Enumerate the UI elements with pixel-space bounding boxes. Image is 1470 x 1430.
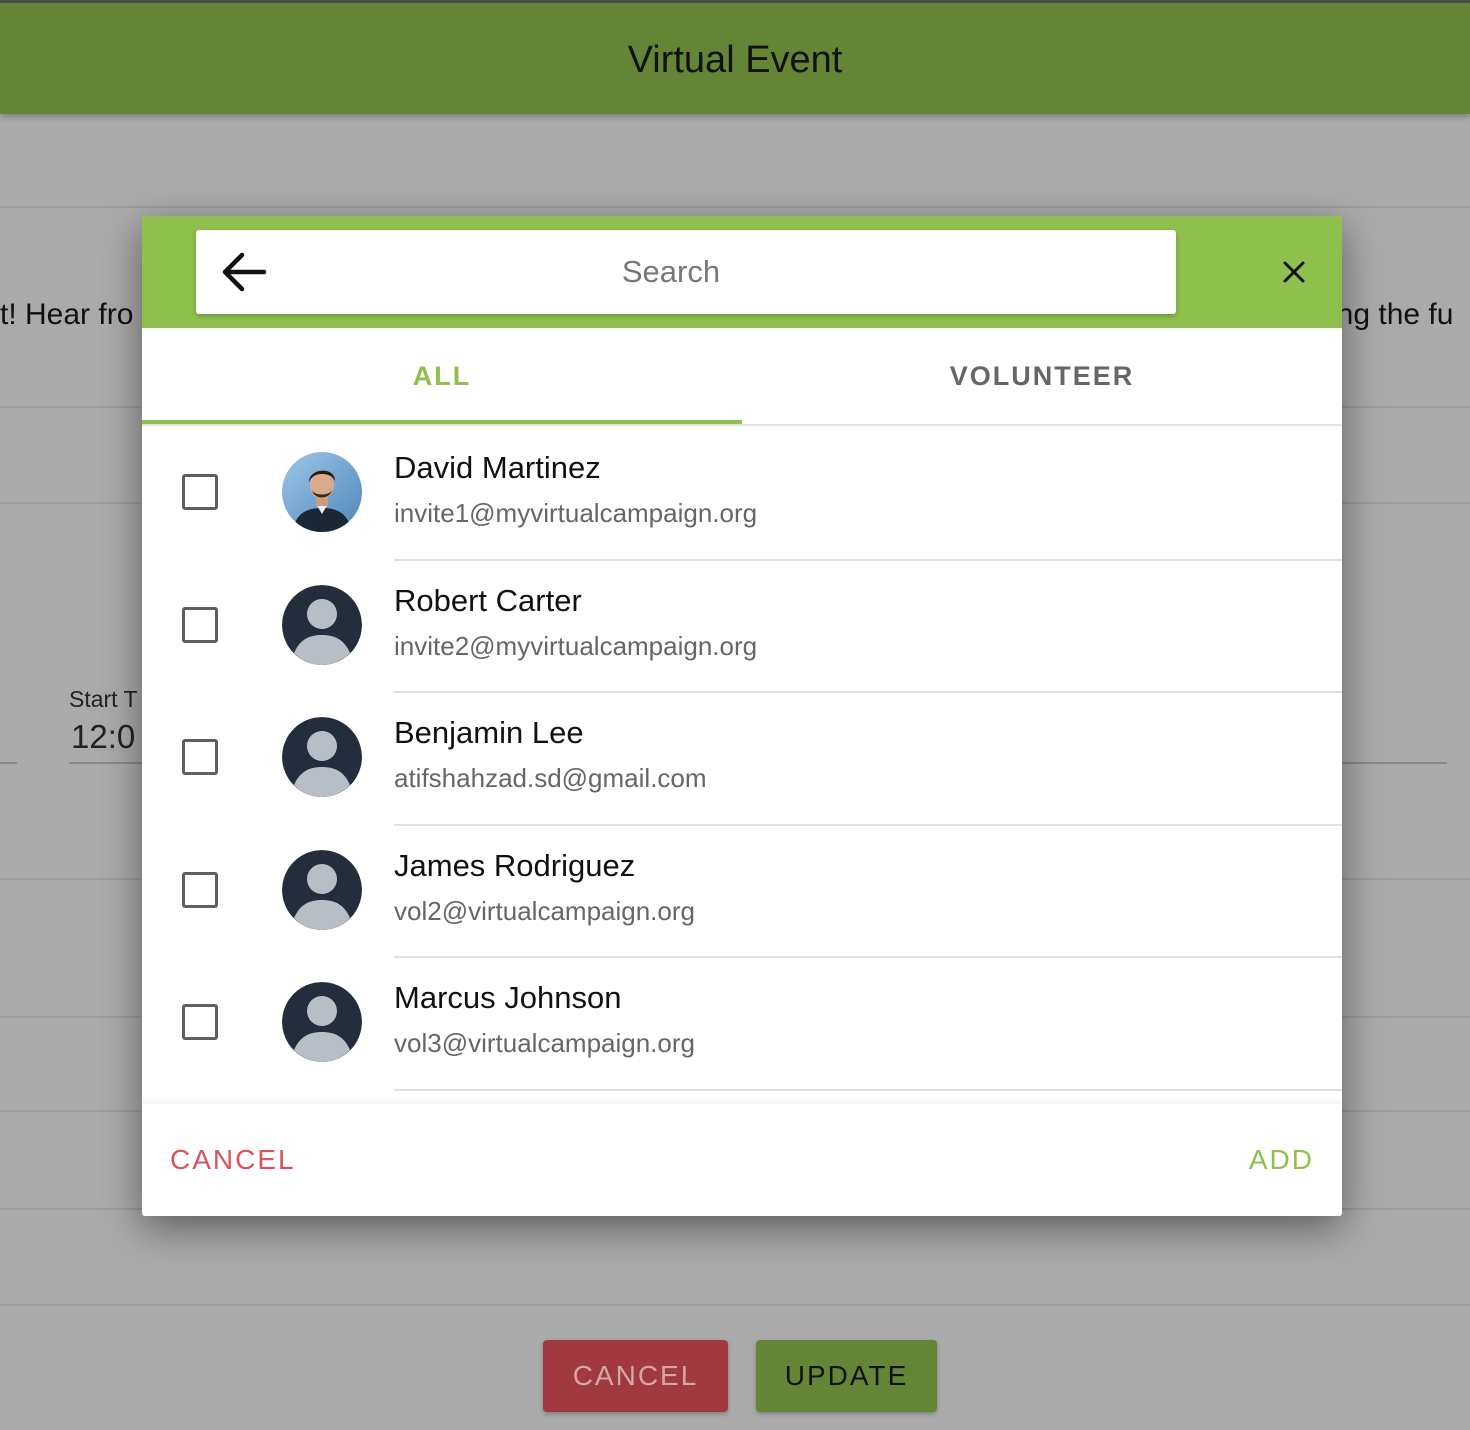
event-description-left: t! Hear fro: [0, 298, 134, 331]
divider: [0, 206, 1470, 208]
search-bar: [196, 230, 1176, 314]
contact-checkbox[interactable]: [182, 474, 218, 510]
tab-bar: ALL VOLUNTEER: [142, 328, 1342, 426]
close-icon[interactable]: [1280, 258, 1308, 286]
contact-email: invite1@myvirtualcampaign.org: [394, 498, 758, 528]
contact-checkbox[interactable]: [182, 739, 218, 775]
dialog-header: [142, 216, 1342, 328]
event-description-right: ing the fu: [1330, 298, 1454, 331]
contact-row[interactable]: James Rodriguez vol2@virtualcampaign.org: [142, 826, 1342, 958]
contact-checkbox[interactable]: [182, 1004, 218, 1040]
contact-row[interactable]: Robert Carter invite2@myvirtualcampaign.…: [142, 561, 1342, 693]
avatar: [282, 584, 362, 665]
field-underline: [0, 762, 17, 764]
person-icon: [282, 982, 362, 1062]
contact-name: Marcus Johnson: [394, 980, 622, 1015]
page-update-button[interactable]: UPDATE: [756, 1340, 937, 1412]
divider: [0, 1304, 1470, 1306]
dialog-cancel-button[interactable]: CANCEL: [170, 1104, 296, 1216]
page-cancel-button[interactable]: CANCEL: [543, 1340, 728, 1412]
contact-email: atifshahzad.sd@gmail.com: [394, 763, 707, 793]
dialog-actions: CANCEL ADD: [142, 1104, 1342, 1216]
person-icon: [282, 849, 362, 930]
avatar: [282, 982, 362, 1062]
contact-checkbox[interactable]: [182, 871, 218, 908]
add-button[interactable]: ADD: [1249, 1104, 1314, 1216]
contact-row[interactable]: David Martinez invite1@myvirtualcampaign…: [142, 428, 1342, 561]
contact-row[interactable]: Benjamin Lee atifshahzad.sd@gmail.com: [142, 693, 1342, 826]
tab-volunteer[interactable]: VOLUNTEER: [742, 328, 1342, 424]
contact-name: Benjamin Lee: [394, 715, 584, 750]
back-arrow-icon[interactable]: [220, 250, 268, 294]
row-divider: [394, 1088, 1342, 1091]
add-invitees-dialog: ALL VOLUNTEER: [142, 216, 1342, 1216]
tab-all[interactable]: ALL: [142, 328, 742, 424]
person-icon: [282, 717, 362, 797]
avatar: [282, 452, 362, 532]
contact-email: vol2@virtualcampaign.org: [394, 895, 695, 926]
contact-email: vol3@virtualcampaign.org: [394, 1028, 695, 1058]
field-underline: [1340, 762, 1447, 764]
contact-checkbox[interactable]: [182, 606, 218, 643]
app-bar: Virtual Event: [0, 0, 1470, 114]
profile-photo-icon: [282, 452, 362, 532]
contact-email: invite2@myvirtualcampaign.org: [394, 630, 758, 661]
contact-name: David Martinez: [394, 450, 601, 485]
page-title: Virtual Event: [627, 39, 843, 81]
start-time-label: Start T: [69, 686, 138, 712]
avatar: [282, 717, 362, 797]
active-tab-indicator: [142, 420, 742, 424]
search-input[interactable]: [286, 230, 1056, 314]
contact-name: James Rodriguez: [394, 847, 636, 883]
start-time-field[interactable]: 12:0: [71, 718, 135, 756]
avatar: [282, 849, 362, 930]
contact-row[interactable]: Marcus Johnson vol3@virtualcampaign.org: [142, 958, 1342, 1091]
contact-name: Robert Carter: [394, 582, 582, 618]
person-icon: [282, 584, 362, 665]
contact-list: David Martinez invite1@myvirtualcampaign…: [142, 428, 1342, 1091]
